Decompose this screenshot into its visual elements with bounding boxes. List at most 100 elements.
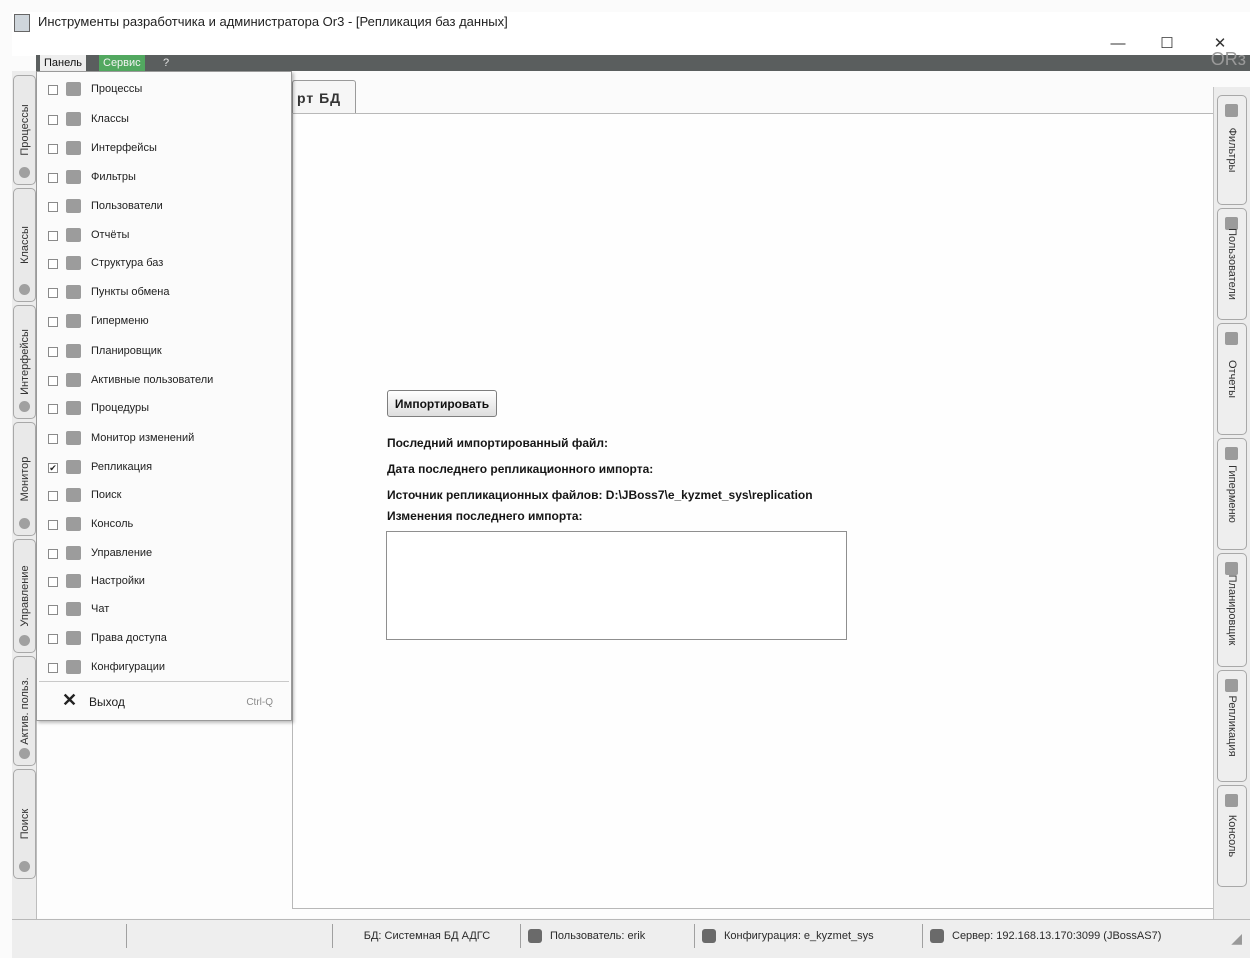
menu-item-label: Гиперменю bbox=[91, 315, 149, 327]
processes-icon bbox=[19, 167, 30, 178]
menu-item-checkbox[interactable] bbox=[48, 259, 58, 269]
left-tab-classes[interactable]: Классы bbox=[13, 188, 36, 302]
right-tab-console[interactable]: Консоль bbox=[1217, 785, 1247, 887]
menu-item-checkbox[interactable] bbox=[48, 347, 58, 357]
status-server-text: Сервер: 192.168.13.170:3099 (JBossAS7) bbox=[952, 930, 1162, 942]
status-user: Пользователь: erik bbox=[522, 924, 695, 948]
menu-item-hypermenu[interactable]: Гиперменю bbox=[37, 309, 291, 335]
menu-panel[interactable]: Панель bbox=[40, 55, 87, 71]
menu-item-checkbox[interactable] bbox=[48, 577, 58, 587]
menu-item-management[interactable]: Управление bbox=[37, 541, 291, 567]
configuration-icon bbox=[702, 929, 716, 944]
interfaces-icon bbox=[66, 141, 81, 155]
active-users-icon bbox=[66, 373, 81, 387]
import-button[interactable]: Импортировать bbox=[387, 390, 497, 417]
right-tab-hypermenu[interactable]: Гиперменю bbox=[1217, 438, 1247, 550]
left-tab-processes[interactable]: Процессы bbox=[13, 75, 36, 185]
menu-item-label: Процессы bbox=[91, 83, 143, 95]
right-tab-label: Гиперменю bbox=[1226, 465, 1238, 523]
procedures-icon bbox=[66, 401, 81, 415]
menu-separator bbox=[39, 681, 289, 682]
menu-item-label: Интерфейсы bbox=[91, 142, 157, 154]
menu-item-checkbox[interactable] bbox=[48, 173, 58, 183]
right-tab-label: Отчеты bbox=[1226, 359, 1238, 399]
maximize-button[interactable]: ☐ bbox=[1152, 36, 1182, 52]
menu-bar: Панель Сервис ? ORз bbox=[36, 49, 1250, 71]
right-tab-reports[interactable]: Отчеты bbox=[1217, 323, 1247, 435]
menu-item-label: Пользователи bbox=[91, 200, 163, 212]
menu-item-filters[interactable]: Фильтры bbox=[37, 165, 291, 191]
menu-item-replication[interactable]: ✔ Репликация bbox=[37, 455, 291, 481]
status-db-text: БД: Системная БД АДГС bbox=[363, 930, 491, 942]
configurations-icon bbox=[66, 660, 81, 674]
or3-logo: ORз bbox=[1210, 49, 1246, 69]
menu-item-configurations[interactable]: Конфигурации bbox=[37, 655, 291, 681]
users-icon bbox=[66, 199, 81, 213]
menu-item-checkbox[interactable] bbox=[48, 434, 58, 444]
left-tab-search[interactable]: Поиск bbox=[13, 769, 36, 879]
menu-item-exchange-points[interactable]: Пункты обмена bbox=[37, 280, 291, 306]
reports-icon bbox=[66, 228, 81, 242]
menu-item-checkbox[interactable] bbox=[48, 663, 58, 673]
menu-item-checkbox[interactable] bbox=[48, 85, 58, 95]
menu-item-reports[interactable]: Отчёты bbox=[37, 223, 291, 249]
minimize-button[interactable]: — bbox=[1103, 36, 1133, 52]
menu-item-checkbox[interactable] bbox=[48, 634, 58, 644]
right-tab-label: Репликация bbox=[1226, 695, 1238, 757]
menu-item-checkbox[interactable] bbox=[48, 317, 58, 327]
menu-item-classes[interactable]: Классы bbox=[37, 107, 291, 133]
menu-item-label: Структура баз bbox=[91, 257, 164, 269]
right-tab-filters[interactable]: Фильтры bbox=[1217, 95, 1247, 205]
menu-item-checkbox[interactable] bbox=[48, 202, 58, 212]
left-tab-management[interactable]: Управление bbox=[13, 539, 36, 653]
menu-item-label: Фильтры bbox=[91, 171, 136, 183]
menu-item-processes[interactable]: Процессы bbox=[37, 77, 291, 103]
menu-item-checkbox[interactable] bbox=[48, 520, 58, 530]
menu-item-users[interactable]: Пользователи bbox=[37, 194, 291, 220]
menu-item-checkbox[interactable] bbox=[48, 231, 58, 241]
menu-item-active-users[interactable]: Активные пользователи bbox=[37, 368, 291, 394]
menu-item-interfaces[interactable]: Интерфейсы bbox=[37, 136, 291, 162]
right-tab-users[interactable]: Пользователи bbox=[1217, 208, 1247, 320]
menu-item-checkbox[interactable] bbox=[48, 115, 58, 125]
settings-icon bbox=[66, 574, 81, 588]
menu-item-label: Управление bbox=[91, 547, 153, 559]
menu-item-label: Планировщик bbox=[91, 345, 162, 357]
menu-item-scheduler[interactable]: Планировщик bbox=[37, 339, 291, 365]
menu-item-console[interactable]: Консоль bbox=[37, 512, 291, 538]
menu-item-checkbox[interactable] bbox=[48, 605, 58, 615]
right-tab-label: Пользователи bbox=[1226, 228, 1238, 300]
menu-item-procedures[interactable]: Процедуры bbox=[37, 396, 291, 422]
left-tab-label: Управление bbox=[18, 565, 31, 627]
resize-grip-icon[interactable]: ◢ bbox=[1231, 930, 1242, 947]
menu-item-checkbox[interactable] bbox=[48, 376, 58, 386]
changes-textarea[interactable] bbox=[386, 531, 847, 640]
menu-item-checkbox[interactable] bbox=[48, 404, 58, 414]
menu-item-checkbox[interactable] bbox=[48, 288, 58, 298]
menu-item-search[interactable]: Поиск bbox=[37, 483, 291, 509]
status-bar: БД: Системная БД АДГС Пользователь: erik… bbox=[12, 919, 1250, 958]
menu-item-checkbox[interactable] bbox=[48, 549, 58, 559]
source-label: Источник репликационных файлов: D:\JBoss… bbox=[387, 488, 813, 502]
menu-service[interactable]: Сервис bbox=[99, 55, 145, 71]
menu-item-checkbox[interactable] bbox=[48, 144, 58, 154]
status-config-text: Конфигурация: e_kyzmet_sys bbox=[724, 930, 874, 942]
menu-item-change-monitor[interactable]: Монитор изменений bbox=[37, 426, 291, 452]
right-tab-scheduler[interactable]: Планировщик bbox=[1217, 553, 1247, 667]
menu-item-chat[interactable]: Чат bbox=[37, 597, 291, 623]
menu-item-checkbox[interactable] bbox=[48, 491, 58, 501]
left-tab-active-users[interactable]: Актив. польз. bbox=[13, 656, 36, 766]
user-icon bbox=[528, 929, 542, 944]
menu-item-access-rights[interactable]: Права доступа bbox=[37, 626, 291, 652]
menu-item-settings[interactable]: Настройки bbox=[37, 569, 291, 595]
menu-item-db-structure[interactable]: Структура баз bbox=[37, 251, 291, 277]
menu-item-checkbox[interactable]: ✔ bbox=[48, 463, 58, 473]
left-tab-monitor[interactable]: Монитор bbox=[13, 422, 36, 536]
menu-help[interactable]: ? bbox=[159, 55, 173, 71]
menu-item-exit[interactable]: Выход bbox=[89, 695, 125, 709]
document-tab[interactable]: рт БД bbox=[292, 80, 356, 114]
left-tab-label: Интерфейсы bbox=[18, 329, 31, 395]
right-tab-replication[interactable]: Репликация bbox=[1217, 670, 1247, 782]
left-tab-interfaces[interactable]: Интерфейсы bbox=[13, 305, 36, 419]
status-user-text: Пользователь: erik bbox=[550, 930, 646, 942]
